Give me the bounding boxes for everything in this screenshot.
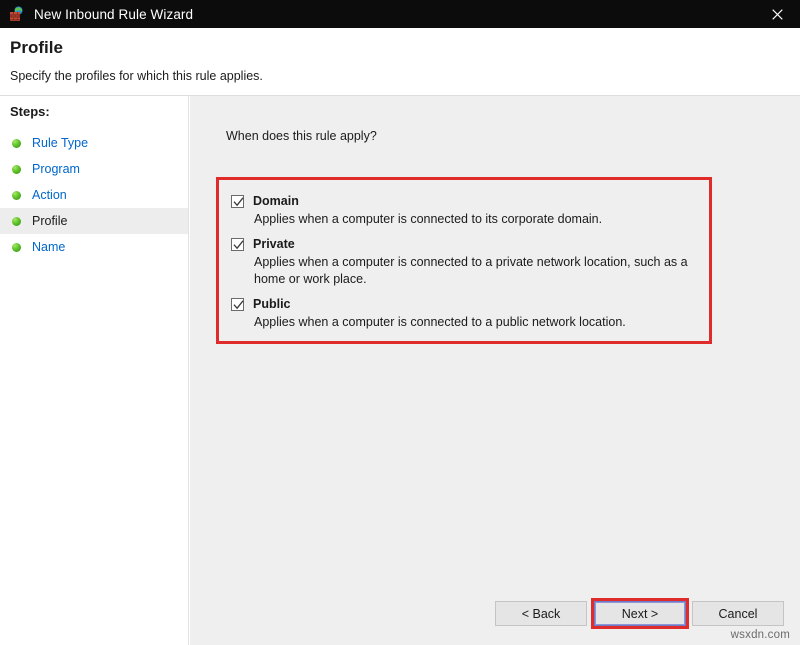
sidebar-item-name[interactable]: Name	[0, 234, 188, 260]
step-bullet-icon	[12, 191, 21, 200]
close-icon[interactable]	[754, 0, 800, 28]
step-bullet-icon	[12, 217, 21, 226]
private-label: Private	[253, 237, 295, 251]
profile-option-public[interactable]: Public Applies when a computer is connec…	[219, 297, 709, 331]
step-bullet-icon	[12, 243, 21, 252]
steps-sidebar: Steps: Rule Type Program Action Profile …	[0, 96, 189, 645]
sidebar-item-label: Rule Type	[32, 136, 88, 150]
sidebar-item-action[interactable]: Action	[0, 182, 188, 208]
steps-heading: Steps:	[10, 104, 50, 119]
public-description: Applies when a computer is connected to …	[219, 314, 709, 331]
private-description: Applies when a computer is connected to …	[219, 254, 709, 288]
cancel-button[interactable]: Cancel	[692, 601, 784, 626]
private-checkbox[interactable]	[231, 238, 244, 251]
profile-question: When does this rule apply?	[226, 129, 377, 143]
sidebar-item-label: Program	[32, 162, 80, 176]
step-bullet-icon	[12, 165, 21, 174]
domain-description: Applies when a computer is connected to …	[219, 211, 709, 228]
content-pane: When does this rule apply? Domain Applie…	[190, 96, 800, 645]
profile-option-private[interactable]: Private Applies when a computer is conne…	[219, 237, 709, 288]
sidebar-item-label: Action	[32, 188, 67, 202]
steps-list: Rule Type Program Action Profile Name	[0, 130, 188, 260]
page-subtitle: Specify the profiles for which this rule…	[10, 69, 263, 83]
profile-options-annotation: Domain Applies when a computer is connec…	[216, 177, 712, 344]
title-bar: New Inbound Rule Wizard	[0, 0, 800, 28]
watermark: wsxdn.com	[731, 629, 790, 641]
page-title: Profile	[10, 38, 63, 58]
sidebar-item-program[interactable]: Program	[0, 156, 188, 182]
sidebar-item-profile[interactable]: Profile	[0, 208, 188, 234]
domain-label: Domain	[253, 194, 299, 208]
window-title: New Inbound Rule Wizard	[34, 7, 193, 22]
wizard-header: Profile Specify the profiles for which t…	[0, 28, 800, 96]
public-checkbox[interactable]	[231, 298, 244, 311]
step-bullet-icon	[12, 139, 21, 148]
firewall-wizard-icon	[9, 6, 25, 22]
domain-checkbox[interactable]	[231, 195, 244, 208]
sidebar-item-label: Profile	[32, 214, 67, 228]
profile-option-domain[interactable]: Domain Applies when a computer is connec…	[219, 194, 709, 228]
sidebar-item-rule-type[interactable]: Rule Type	[0, 130, 188, 156]
back-button[interactable]: < Back	[495, 601, 587, 626]
next-button[interactable]: Next >	[594, 601, 686, 626]
public-label: Public	[253, 297, 291, 311]
sidebar-item-label: Name	[32, 240, 65, 254]
